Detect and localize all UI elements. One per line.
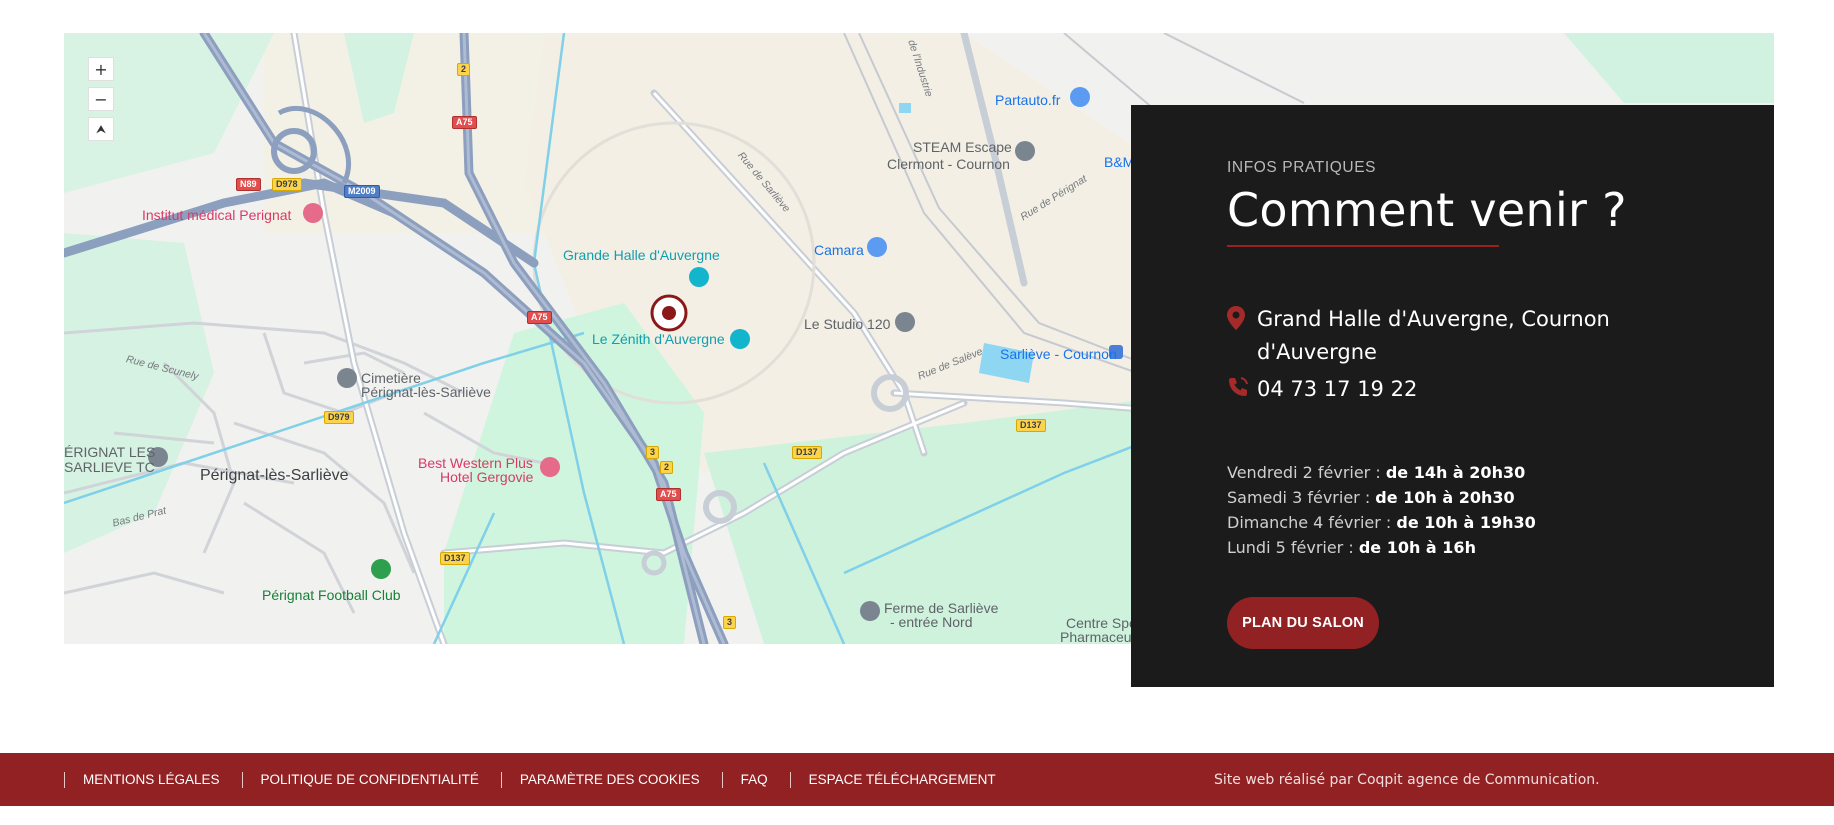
schedule-row: Dimanche 4 février : de 10h à 19h30 [1227,510,1536,535]
schedule-hours: de 10h à 16h [1358,538,1476,557]
schedule-hours: de 10h à 20h30 [1375,488,1515,507]
title-underline [1227,245,1499,247]
info-panel: INFOS PRATIQUES Comment venir ? Grand Ha… [1131,105,1774,687]
poi-steam-2[interactable]: Clermont - Cournon [887,157,1010,172]
footer-link-label[interactable]: PARAMÈTRE DES COOKIES [520,772,700,787]
footer-link-label[interactable]: ESPACE TÉLÉCHARGEMENT [809,772,996,787]
phone-icon [1227,376,1249,402]
phone-row[interactable]: 04 73 17 19 22 [1227,373,1657,406]
shield-2-a: 2 [457,63,471,76]
schedule-day: Dimanche 4 février : [1227,513,1397,532]
shield-3-b: 3 [723,616,737,629]
section-eyebrow: INFOS PRATIQUES [1227,159,1377,176]
footer-bar: MENTIONS LÉGALES POLITIQUE DE CONFIDENTI… [0,753,1834,806]
plan-du-salon-button[interactable]: PLAN DU SALON [1227,597,1379,649]
poi-perignat-tc-1[interactable]: ÉRIGNAT LES [64,445,155,460]
location-pin-icon [1227,306,1249,334]
place-perignat: Pérignat-lès-Sarliève [200,467,349,484]
shield-d978: D978 [272,178,302,191]
schedule-day: Vendredi 2 février : [1227,463,1386,482]
poi-grande-halle[interactable]: Grande Halle d'Auvergne [563,248,720,263]
zoom-in-button[interactable]: + [88,57,114,81]
poi-steam-1[interactable]: STEAM Escape [913,140,1012,155]
footer-link-label[interactable]: FAQ [741,772,768,787]
footer-link-cookies[interactable]: PARAMÈTRE DES COOKIES [500,771,722,788]
schedule-row: Lundi 5 février : de 10h à 16h [1227,535,1536,560]
shield-2-b: 2 [660,461,674,474]
footer-link-label[interactable]: MENTIONS LÉGALES [83,772,220,787]
poi-cimetiere-2[interactable]: Pérignat-lès-Sarliève [361,385,491,400]
footer-separator [789,771,791,788]
footer-separator [64,771,65,788]
footer-link-mentions[interactable]: MENTIONS LÉGALES [64,771,242,788]
section-title: Comment venir ? [1227,183,1627,237]
footer-link-faq[interactable]: FAQ [721,771,790,788]
shield-d979: D979 [324,411,354,424]
poi-zenith[interactable]: Le Zénith d'Auvergne [592,332,725,347]
opening-hours: Vendredi 2 février : de 14h à 20h30 Same… [1227,460,1536,560]
footer-link-confidentialite[interactable]: POLITIQUE DE CONFIDENTIALITÉ [241,771,501,788]
poi-best-western-2[interactable]: Hotel Gergovie [440,470,533,485]
poi-studio[interactable]: Le Studio 120 [804,317,890,332]
shield-a75-a: A75 [452,116,477,129]
shield-m2009: M2009 [344,185,380,198]
footer-link-label[interactable]: POLITIQUE DE CONFIDENTIALITÉ [261,772,479,787]
poi-bm[interactable]: B&M [1104,155,1134,170]
poi-sarlieve-cournon[interactable]: Sarliève - Cournon [1000,347,1117,362]
footer-links: MENTIONS LÉGALES POLITIQUE DE CONFIDENTI… [64,753,1018,806]
shield-3-a: 3 [646,446,660,459]
footer-link-telechargement[interactable]: ESPACE TÉLÉCHARGEMENT [789,771,1018,788]
address-row: Grand Halle d'Auvergne, Cournon d'Auverg… [1227,303,1657,369]
poi-centre-2[interactable]: Pharmaceu [1060,630,1132,644]
shield-d137-c: D137 [1016,419,1046,432]
shield-a75-b: A75 [527,311,552,324]
zoom-out-button[interactable]: − [88,87,114,111]
poi-camara[interactable]: Camara [814,243,864,258]
shield-n89: N89 [236,178,261,191]
poi-football[interactable]: Pérignat Football Club [262,588,401,603]
schedule-hours: de 14h à 20h30 [1385,463,1526,482]
schedule-day: Lundi 5 février : [1227,538,1359,557]
footer-separator [241,771,243,788]
shield-d137-b: D137 [792,446,822,459]
poi-perignat-tc-2[interactable]: SARLIEVE TC [64,460,155,475]
shield-a75-c: A75 [656,488,681,501]
schedule-hours: de 10h à 19h30 [1396,513,1536,532]
poi-partauto[interactable]: Partauto.fr [995,93,1060,108]
schedule-day: Samedi 3 février : [1227,488,1376,507]
poi-ferme-2[interactable]: - entrée Nord [890,615,972,630]
locate-button[interactable]: ⮝ [88,117,114,141]
footer-credit[interactable]: Site web réalisé par Coqpit agence de Co… [1214,753,1600,806]
phone-text[interactable]: 04 73 17 19 22 [1257,373,1657,406]
address-text: Grand Halle d'Auvergne, Cournon d'Auverg… [1257,307,1610,364]
schedule-row: Samedi 3 février : de 10h à 20h30 [1227,485,1536,510]
poi-institut[interactable]: Institut médical Perignat [142,208,291,223]
shield-d137-a: D137 [440,552,470,565]
footer-separator [500,771,502,788]
schedule-row: Vendredi 2 février : de 14h à 20h30 [1227,460,1536,485]
footer-separator [721,771,723,788]
